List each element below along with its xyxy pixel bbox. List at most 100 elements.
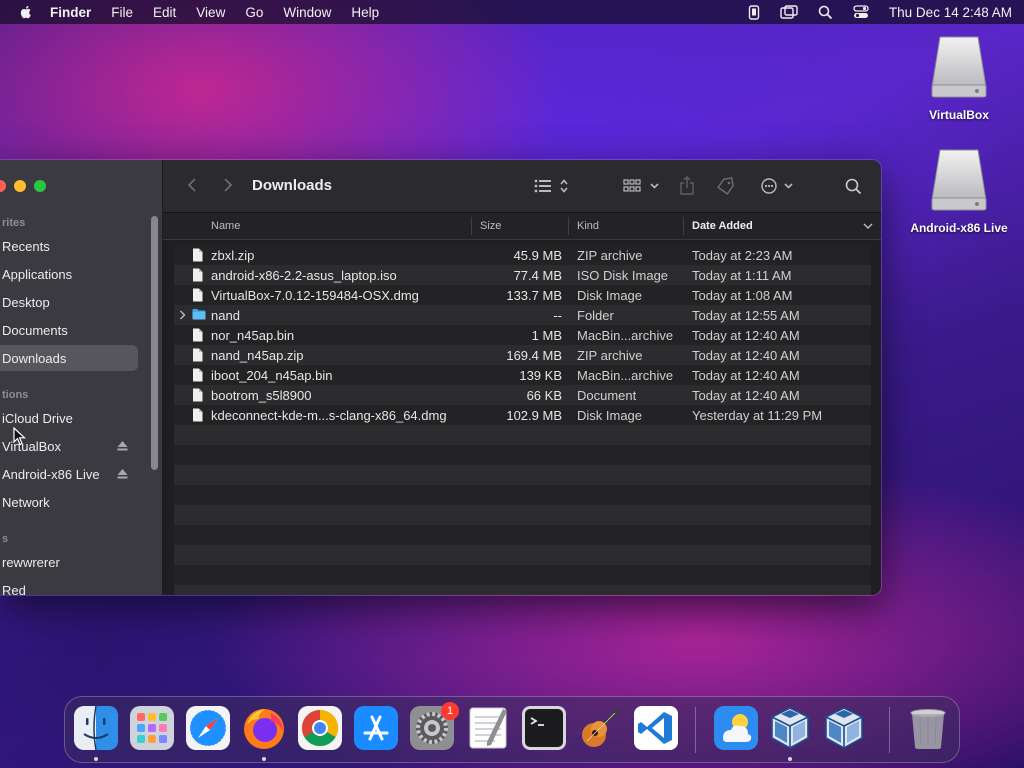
more-actions-icon[interactable]: [761, 178, 795, 194]
sidebar-item-network[interactable]: Network: [0, 489, 138, 515]
table-row[interactable]: nand -- Folder Today at 12:55 AM: [174, 305, 871, 325]
phone-status-icon[interactable]: [748, 4, 760, 20]
minimize-button[interactable]: [14, 180, 26, 192]
column-divider[interactable]: [683, 217, 684, 235]
empty-row: [174, 585, 871, 595]
eject-icon[interactable]: [117, 441, 128, 451]
trash-icon[interactable]: [905, 705, 951, 751]
sort-chevron-down-icon[interactable]: [863, 223, 873, 230]
menu-help[interactable]: Help: [351, 5, 379, 20]
sidebar-item-android-x86-live[interactable]: Android-x86 Live: [0, 461, 138, 487]
menu-window[interactable]: Window: [283, 5, 331, 20]
share-icon[interactable]: [679, 176, 695, 196]
sidebar-item-recents[interactable]: Recents: [0, 233, 138, 259]
textedit-icon[interactable]: [465, 705, 511, 751]
forward-chevron-icon[interactable]: [223, 177, 233, 193]
sidebar-item-label: VirtualBox: [2, 438, 62, 454]
file-kind: ISO Disk Image: [577, 268, 669, 283]
empty-row: [174, 485, 871, 505]
virtualbox-vm-icon[interactable]: [821, 705, 867, 751]
table-row[interactable]: nor_n45ap.bin 1 MB MacBin...archive Toda…: [174, 325, 871, 345]
firefox-icon[interactable]: [241, 705, 287, 751]
menu-view[interactable]: View: [196, 5, 225, 20]
chrome-icon[interactable]: [297, 705, 343, 751]
file-size: 1 MB: [531, 328, 562, 343]
sidebar-item-applications[interactable]: Applications: [0, 261, 138, 287]
empty-row: [174, 465, 871, 485]
group-by-grid-icon[interactable]: [623, 179, 661, 193]
menu-clock[interactable]: Thu Dec 14 2:48 AM: [889, 5, 1012, 20]
file-size: 102.9 MB: [506, 408, 562, 423]
desktop-icon-android-x86-live[interactable]: Android-x86 Live: [899, 148, 1019, 235]
column-divider[interactable]: [568, 217, 569, 235]
sidebar-item-tag-rewwrerer[interactable]: rewwrerer: [0, 549, 138, 575]
menu-edit[interactable]: Edit: [153, 5, 176, 20]
close-button[interactable]: [0, 180, 6, 192]
screen-mirroring-icon[interactable]: [780, 5, 798, 19]
column-header-kind[interactable]: Kind: [577, 220, 599, 232]
window-title: Downloads: [252, 177, 333, 194]
terminal-icon[interactable]: [521, 705, 567, 751]
sidebar-item-desktop[interactable]: Desktop: [0, 289, 138, 315]
sidebar-item-tag-red[interactable]: Red: [0, 577, 138, 596]
dock-divider: [889, 707, 890, 753]
menu-app-name[interactable]: Finder: [50, 5, 91, 20]
sidebar-item-downloads[interactable]: Downloads: [0, 345, 138, 371]
desktop-icon-virtualbox[interactable]: VirtualBox: [899, 35, 1019, 122]
table-row[interactable]: nand_n45ap.zip 169.4 MB ZIP archive Toda…: [174, 345, 871, 365]
file-kind: Disk Image: [577, 288, 643, 303]
menu-go[interactable]: Go: [245, 5, 263, 20]
empty-row: [174, 425, 871, 445]
sidebar-scrollbar[interactable]: [151, 216, 158, 470]
safari-icon[interactable]: [185, 705, 231, 751]
weather-icon[interactable]: [713, 705, 759, 751]
table-row[interactable]: iboot_204_n45ap.bin 139 KB MacBin...arch…: [174, 365, 871, 385]
file-size: 133.7 MB: [506, 288, 562, 303]
file-list: zbxl.zip 45.9 MB ZIP archive Today at 2:…: [174, 245, 871, 595]
list-view-icon[interactable]: [534, 179, 570, 193]
file-date-added: Today at 12:40 AM: [692, 368, 800, 383]
vscode-icon[interactable]: [633, 705, 679, 751]
table-row[interactable]: android-x86-2.2-asus_laptop.iso 77.4 MB …: [174, 265, 871, 285]
window-controls: [0, 180, 46, 192]
column-header-name[interactable]: Name: [211, 220, 240, 232]
search-icon[interactable]: [845, 178, 862, 195]
apple-menu-icon[interactable]: [18, 4, 34, 20]
tag-icon[interactable]: [716, 177, 736, 195]
document-file-icon: [193, 248, 203, 262]
dock: 1: [64, 696, 960, 763]
app-store-icon[interactable]: [353, 705, 399, 751]
file-kind: MacBin...archive: [577, 328, 674, 343]
column-header-date-added[interactable]: Date Added: [692, 220, 753, 232]
virtualbox-icon[interactable]: [767, 705, 813, 751]
disclosure-chevron-right-icon[interactable]: [179, 310, 186, 320]
launchpad-icon[interactable]: [129, 705, 175, 751]
zoom-button[interactable]: [34, 180, 46, 192]
file-name: nand: [211, 308, 240, 323]
menu-file[interactable]: File: [111, 5, 133, 20]
document-file-icon: [193, 328, 203, 342]
finder-content: Downloads Name Size Kind Date Added zbxl…: [163, 160, 881, 595]
file-date-added: Yesterday at 11:29 PM: [692, 408, 823, 423]
empty-row: [174, 525, 871, 545]
notification-badge: 1: [441, 702, 459, 720]
finder-icon[interactable]: [73, 705, 119, 751]
table-row[interactable]: VirtualBox-7.0.12-159484-OSX.dmg 133.7 M…: [174, 285, 871, 305]
file-kind: MacBin...archive: [577, 368, 674, 383]
column-divider[interactable]: [471, 217, 472, 235]
file-name: bootrom_s5l8900: [211, 388, 312, 403]
eject-icon[interactable]: [117, 469, 128, 479]
garageband-icon[interactable]: [577, 705, 623, 751]
control-center-icon[interactable]: [853, 5, 869, 19]
file-name: VirtualBox-7.0.12-159484-OSX.dmg: [211, 288, 419, 303]
table-row[interactable]: zbxl.zip 45.9 MB ZIP archive Today at 2:…: [174, 245, 871, 265]
finder-sidebar: rites Recents Applications Desktop Docum…: [0, 160, 163, 595]
sidebar-item-documents[interactable]: Documents: [0, 317, 138, 343]
spotlight-search-icon[interactable]: [818, 5, 833, 20]
column-header-size[interactable]: Size: [480, 220, 501, 232]
back-chevron-icon[interactable]: [187, 177, 197, 193]
table-row[interactable]: bootrom_s5l8900 66 KB Document Today at …: [174, 385, 871, 405]
table-row[interactable]: kdeconnect-kde-m...s-clang-x86_64.dmg 10…: [174, 405, 871, 425]
file-size: 45.9 MB: [513, 248, 562, 263]
file-date-added: Today at 1:08 AM: [692, 288, 793, 303]
